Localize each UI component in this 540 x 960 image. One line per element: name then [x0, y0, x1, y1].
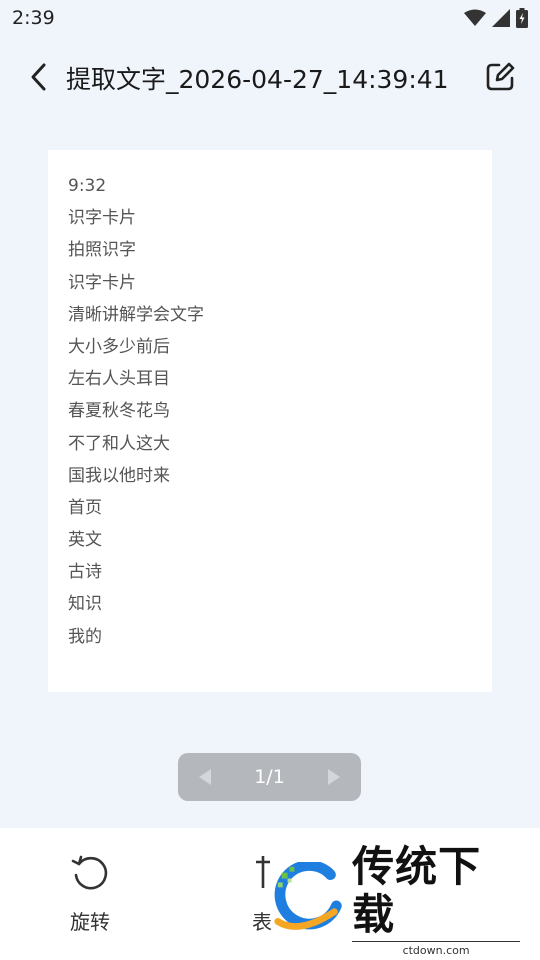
rotate-label: 旋转 [70, 910, 110, 934]
text-line: 清晰讲解学会文字 [68, 304, 204, 325]
rotate-button[interactable]: 旋转 [60, 852, 120, 935]
status-time: 2:39 [12, 7, 55, 29]
text-line: 9:32 [68, 176, 107, 196]
watermark-title: 传统下载 [352, 842, 482, 939]
text-line: 识字卡片 [68, 208, 136, 229]
wifi-icon [464, 9, 486, 26]
text-line: 拍照识字 [68, 240, 136, 261]
watermark-url: ctdown.com [352, 941, 520, 957]
edit-button[interactable] [484, 60, 516, 94]
triangle-left-icon [199, 769, 211, 785]
text-line: 大小多少前后 [68, 336, 170, 357]
text-line: 识字卡片 [68, 272, 136, 293]
battery-icon [516, 8, 528, 28]
back-arrow-icon [31, 63, 46, 91]
status-icons [464, 8, 528, 28]
text-line: 春夏秋冬花鸟 [68, 401, 170, 422]
extracted-text-lines: 9:32 识字卡片 拍照识字 识字卡片 清晰讲解学会文字 大小多少前后 左右人头耳目 春夏秋冬… [68, 170, 204, 653]
table-label: 表 [252, 910, 272, 934]
rotate-icon [71, 855, 108, 890]
text-line: 首页 [68, 497, 102, 518]
extracted-text-card[interactable]: 9:32 识字卡片 拍照识字 识字卡片 清晰讲解学会文字 大小多少前后 左右人头耳目 春夏秋冬… [48, 150, 492, 692]
text-line: 我的 [68, 626, 102, 647]
triangle-right-icon [327, 769, 340, 785]
text-line: 不了和人这大 [68, 433, 170, 454]
next-page-button[interactable] [327, 768, 341, 786]
page-pager: 1/1 [178, 753, 361, 801]
text-line: 英文 [68, 530, 102, 551]
back-button[interactable] [22, 60, 54, 94]
cell-signal-icon [492, 9, 510, 27]
status-bar: 2:39 [0, 0, 540, 36]
prev-page-button[interactable] [198, 768, 212, 786]
page-indicator: 1/1 [254, 766, 285, 788]
watermark: 传统下载 ctdown.com [270, 843, 520, 957]
page-title: 提取文字_2026-04-27_14:39:41 [66, 65, 449, 94]
table-icon [256, 856, 270, 888]
header: 提取文字_2026-04-27_14:39:41 [0, 52, 540, 102]
text-line: 左右人头耳目 [68, 369, 170, 390]
watermark-text: 传统下载 ctdown.com [352, 843, 520, 957]
screen: 2:39 提取文字_2026-04-27_14:39:41 9:32 识字卡片 … [0, 0, 540, 960]
text-line: 国我以他时来 [68, 465, 170, 486]
text-line: 知识 [68, 594, 102, 615]
text-line: 古诗 [68, 562, 102, 583]
edit-icon [486, 62, 515, 91]
site-logo-icon [274, 862, 342, 930]
